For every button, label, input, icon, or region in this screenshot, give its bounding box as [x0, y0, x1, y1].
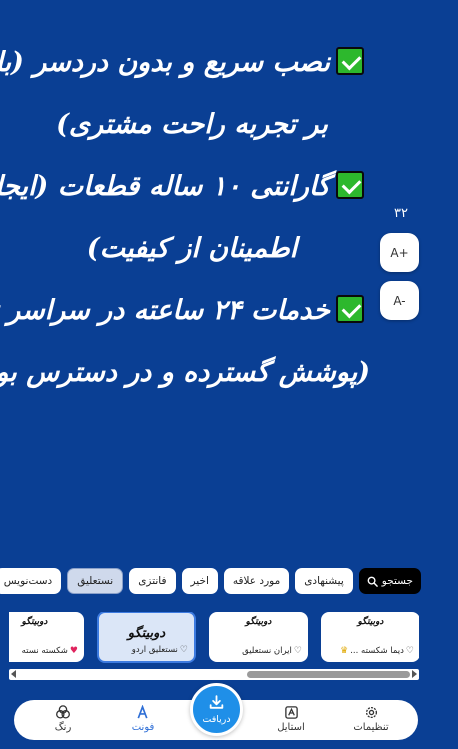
- font-sample: دوبیتگو: [357, 617, 384, 627]
- chip-fantasy[interactable]: فانتزی: [129, 568, 176, 594]
- font-card[interactable]: دوبیتگو ♥ شکسته نسته: [9, 612, 84, 662]
- nav-font[interactable]: فونت: [108, 702, 178, 740]
- crown-icon: ♛: [340, 646, 349, 656]
- scroll-thumb[interactable]: [247, 671, 410, 678]
- download-icon: [208, 694, 225, 714]
- chip-handwriting[interactable]: دست‌نویس: [0, 568, 62, 594]
- font-name-row: ♡ دیما شکسته ... ♛: [325, 646, 414, 656]
- download-label: دریافت: [202, 714, 231, 725]
- preview-line-4: اطمینان از کیفیت): [86, 233, 298, 264]
- font-name: شکسته نسته: [21, 646, 68, 656]
- chip-nastaliq[interactable]: نستعلیق: [67, 568, 124, 594]
- category-chips: جستجو پیشنهادی مورد علاقه اخیر فانتزی نس…: [0, 568, 421, 594]
- font-name-row: ♥ شکسته نسته: [9, 646, 78, 656]
- style-icon: [284, 702, 299, 722]
- chip-suggested[interactable]: پیشنهادی: [295, 568, 353, 594]
- check-icon: [336, 294, 364, 323]
- font-name-row: ♡ ایران نستعلیق: [213, 646, 302, 656]
- download-button[interactable]: دریافت: [190, 683, 243, 736]
- search-label: جستجو: [381, 575, 413, 587]
- nav-settings-label: تنظیمات: [353, 722, 389, 733]
- font-sample: دوبیتگو: [21, 617, 48, 627]
- heart-icon[interactable]: ♡: [406, 646, 414, 656]
- nav-font-label: فونت: [131, 722, 155, 733]
- nav-style-label: استایل: [277, 722, 305, 733]
- decrease-size-button[interactable]: A-: [380, 281, 419, 320]
- heart-icon[interactable]: ♡: [294, 646, 302, 656]
- nav-style[interactable]: استایل: [256, 702, 326, 740]
- font-sample: دوبیتگو: [127, 626, 166, 641]
- nav-color-label: رنگ: [54, 722, 72, 733]
- preview-line-1: نصب سریع و بدون دردسر (باتاکید: [0, 32, 370, 94]
- scroll-left-arrow-icon[interactable]: [11, 670, 16, 678]
- heart-filled-icon[interactable]: ♥: [70, 646, 78, 656]
- preview-text: خدمات ۲۴ ساعته در سراسر تهران: [0, 295, 330, 326]
- preview-text: گارانتی ۱۰ ساله قطعات (ایجاد: [0, 171, 330, 202]
- text-preview: نصب سریع و بدون دردسر (باتاکید بر تجربه …: [0, 32, 370, 404]
- font-card[interactable]: دوبیتگو ♡ دیما شکسته ... ♛: [321, 612, 419, 662]
- palette-icon: [55, 702, 71, 722]
- nav-color[interactable]: رنگ: [28, 702, 98, 740]
- check-icon: [336, 46, 364, 75]
- font-card[interactable]: دوبیتگو ♡ ایران نستعلیق: [209, 612, 308, 662]
- font-name: نستعلیق اردو: [131, 645, 178, 655]
- nav-settings[interactable]: تنظیمات: [336, 702, 406, 740]
- preview-text: نصب سریع و بدون دردسر (باتاکید: [0, 47, 330, 78]
- gear-icon: [364, 702, 379, 722]
- font-card-selected[interactable]: دوبیتگو ♡ نستعلیق اردو: [97, 612, 196, 663]
- preview-line-2: بر تجربه راحت مشتری): [56, 109, 328, 140]
- search-icon: [367, 576, 378, 587]
- font-name-row: ♡ نستعلیق اردو: [103, 645, 188, 655]
- preview-line-3: گارانتی ۱۰ ساله قطعات (ایجاد: [0, 156, 370, 218]
- heart-icon[interactable]: ♡: [180, 645, 188, 655]
- app-screen: نصب سریع و بدون دردسر (باتاکید بر تجربه …: [0, 0, 458, 749]
- font-size-value: ۳۲: [394, 206, 408, 221]
- scroll-right-arrow-icon[interactable]: [412, 670, 417, 678]
- preview-line-5: خدمات ۲۴ ساعته در سراسر تهران: [0, 280, 370, 342]
- font-list: دوبیتگو ♡ دیما شکسته ... ♛ دوبیتگو ♡ ایر…: [9, 612, 419, 664]
- preview-line-6: (پوشش گسترده و در دسترس بودن): [0, 357, 370, 388]
- check-icon: [336, 170, 364, 199]
- increase-size-button[interactable]: A+: [380, 233, 419, 272]
- chip-favorites[interactable]: مورد علاقه: [223, 568, 290, 594]
- font-name: ایران نستعلیق: [242, 646, 292, 656]
- chip-recent[interactable]: اخیر: [181, 568, 218, 594]
- font-list-scrollbar[interactable]: [9, 669, 419, 680]
- font-name: دیما شکسته ...: [350, 646, 404, 656]
- font-sample: دوبیتگو: [245, 617, 272, 627]
- font-icon: [135, 702, 151, 722]
- search-button[interactable]: جستجو: [358, 568, 421, 594]
